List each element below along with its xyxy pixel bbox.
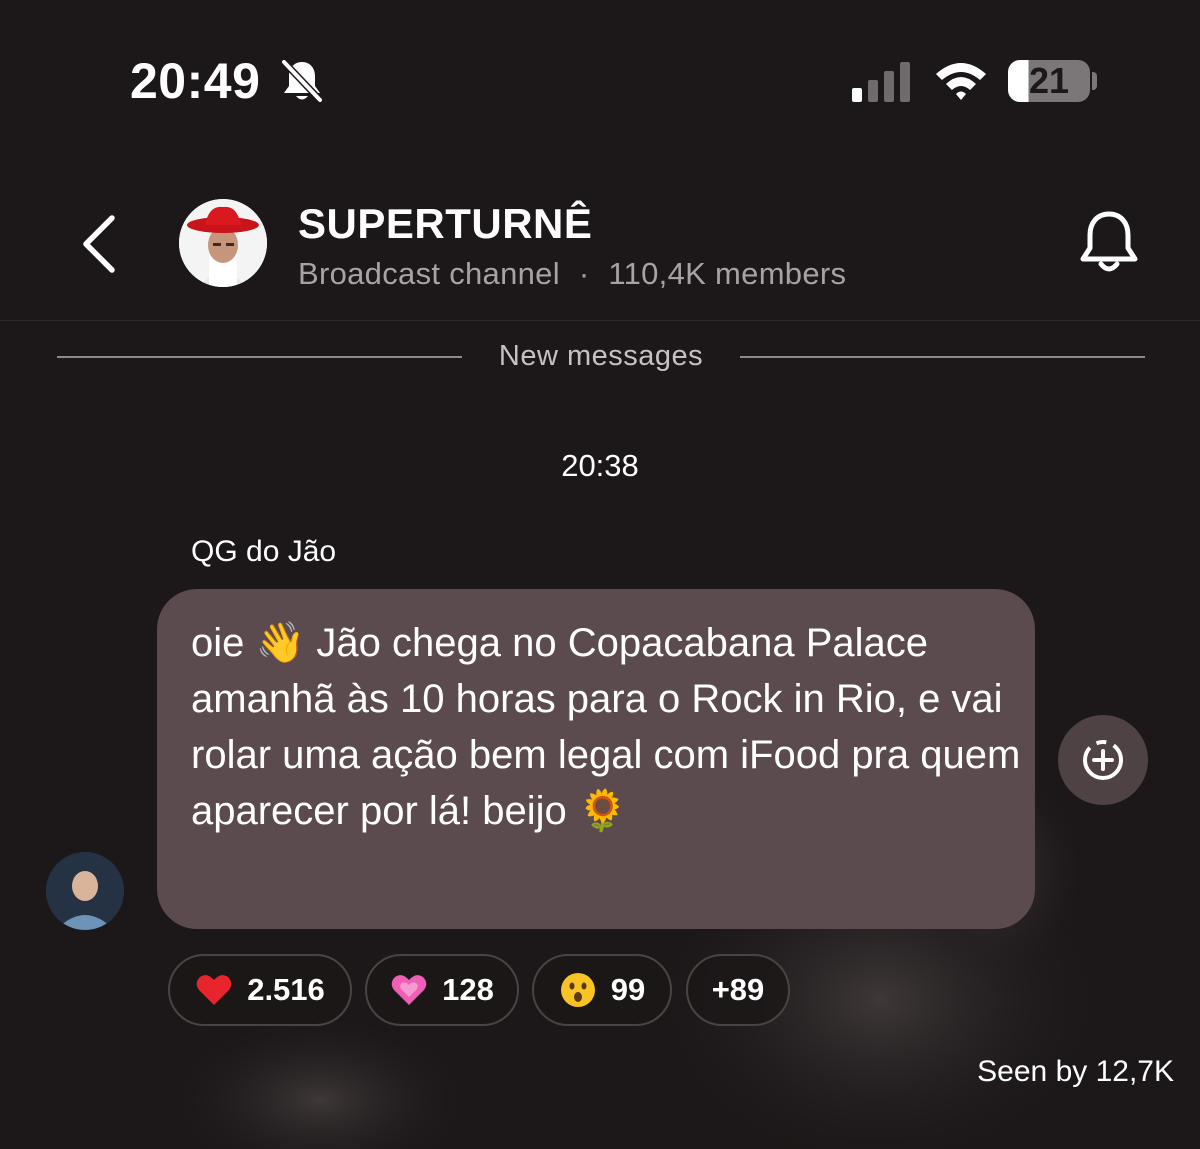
channel-title[interactable]: SUPERTURNÊ xyxy=(298,200,592,248)
sender-avatar-image xyxy=(46,852,124,930)
chevron-left-icon[interactable] xyxy=(80,214,120,274)
cowboy-hat-avatar-image xyxy=(179,199,267,287)
add-reaction-icon xyxy=(1083,740,1123,780)
chat-screen: 20:49 21 SUPERTURNÊ Broadcast channel · … xyxy=(0,0,1200,1149)
seen-by-count[interactable]: Seen by 12,7K xyxy=(977,1055,1174,1089)
reaction-surprised[interactable]: 99 xyxy=(532,954,672,1026)
reaction-more-count: +89 xyxy=(711,972,765,1007)
sender-name: QG do Jão xyxy=(191,535,337,568)
wifi-icon xyxy=(936,63,986,100)
channel-subtitle[interactable]: Broadcast channel · 110,4K members xyxy=(298,256,846,292)
battery-level: 21 xyxy=(1028,60,1070,101)
message-timestamp: 20:38 xyxy=(561,448,639,483)
sender-avatar[interactable] xyxy=(46,852,124,930)
status-time: 20:49 xyxy=(130,53,261,109)
surprised-face-icon xyxy=(560,973,595,1007)
bell-slash-icon xyxy=(281,59,323,103)
reaction-heart[interactable]: 2.516 xyxy=(168,954,352,1026)
pink-heart-icon xyxy=(391,975,427,1005)
channel-avatar[interactable] xyxy=(179,199,267,287)
red-heart-icon xyxy=(196,975,232,1005)
divider-line-right xyxy=(740,356,1145,358)
reaction-sparkling-heart[interactable]: 128 xyxy=(365,954,519,1026)
reaction-count: 99 xyxy=(610,972,646,1007)
new-messages-label: New messages xyxy=(498,340,704,372)
reaction-more[interactable]: +89 xyxy=(686,954,790,1026)
bell-icon[interactable] xyxy=(1078,208,1140,278)
battery-icon: 21 xyxy=(1008,60,1090,102)
message-bubble[interactable]: oie 👋 Jão chega no Copacabana Palace ama… xyxy=(157,589,1035,929)
cellular-signal-icon xyxy=(852,62,910,102)
battery-tip xyxy=(1092,72,1097,90)
channel-header: SUPERTURNÊ Broadcast channel · 110,4K me… xyxy=(0,170,1200,321)
reaction-count: 128 xyxy=(442,972,494,1007)
add-reaction-button[interactable] xyxy=(1058,715,1148,805)
reaction-count: 2.516 xyxy=(247,972,325,1007)
member-count: 110,4K members xyxy=(608,256,847,291)
divider-line-left xyxy=(57,356,462,358)
subtitle-separator: · xyxy=(578,256,590,291)
channel-type: Broadcast channel xyxy=(298,256,560,291)
message-text: oie 👋 Jão chega no Copacabana Palace ama… xyxy=(191,621,1032,833)
